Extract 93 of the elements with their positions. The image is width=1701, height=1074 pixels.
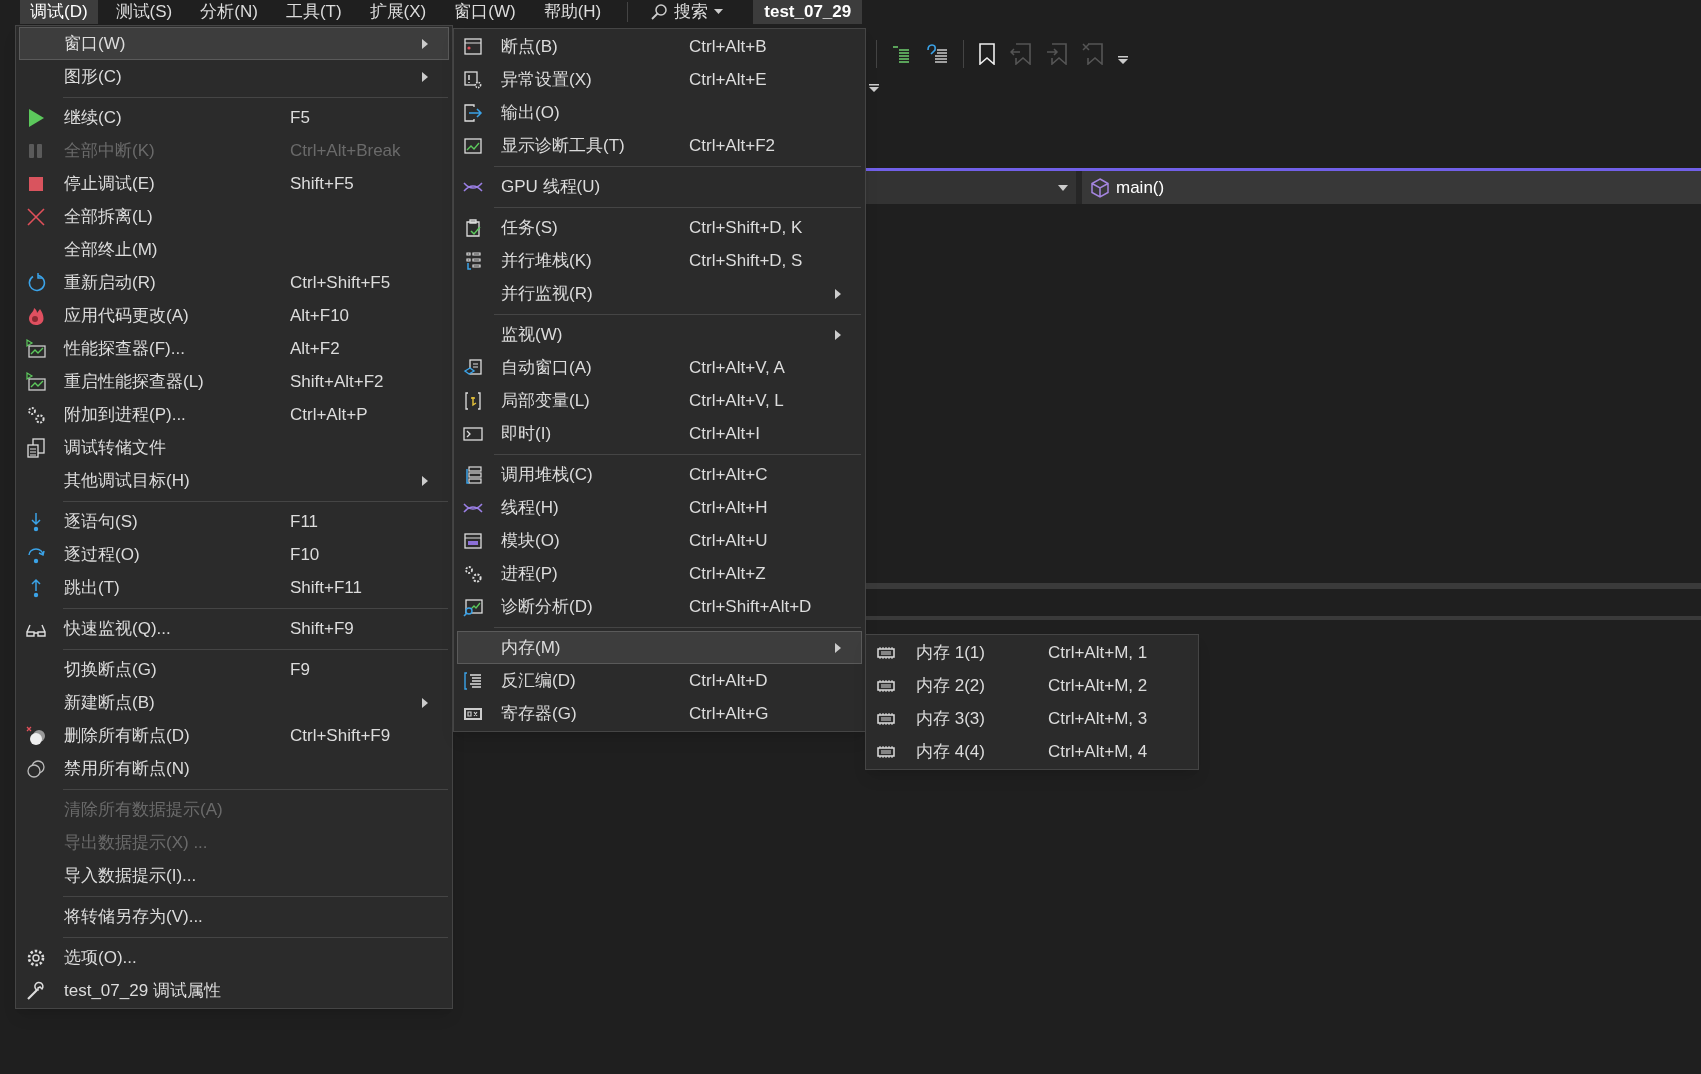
flame-icon xyxy=(26,305,46,326)
clipboard-check-icon xyxy=(463,217,483,238)
search-button[interactable]: 搜索 xyxy=(648,2,726,22)
restart-icon xyxy=(26,272,46,293)
menu-item[interactable]: 局部变量(L) Ctrl+Alt+V, L xyxy=(457,384,862,417)
menu-item[interactable]: 窗口(W) xyxy=(19,27,449,60)
menu-item[interactable]: GPU 线程(U) xyxy=(457,170,862,203)
chart-play-icon xyxy=(26,338,46,359)
menu-item[interactable]: 删除所有断点(D) Ctrl+Shift+F9 xyxy=(19,719,449,752)
member-dropdown[interactable]: main() xyxy=(1082,171,1701,204)
wrench-icon xyxy=(26,980,46,1001)
overflow-caret-icon[interactable] xyxy=(1118,56,1128,64)
module-window-icon xyxy=(463,530,483,551)
caret-icon xyxy=(1058,184,1068,191)
menu-item[interactable]: 重新启动(R) Ctrl+Shift+F5 xyxy=(19,266,449,299)
window-gear-icon xyxy=(463,69,483,90)
menu-item[interactable]: 重启性能探查器(L) Shift+Alt+F2 xyxy=(19,365,449,398)
bookmark-icon[interactable] xyxy=(978,43,996,65)
menu-item[interactable]: 任务(S) Ctrl+Shift+D, K xyxy=(457,211,862,244)
menu-bar-item[interactable]: 帮助(H) xyxy=(533,0,612,24)
menu-item[interactable]: 其他调试目标(H) xyxy=(19,464,449,497)
menu-item[interactable]: 并行堆栈(K) Ctrl+Shift+D, S xyxy=(457,244,862,277)
cube-icon xyxy=(1090,177,1110,198)
indent-lines-icon[interactable] xyxy=(891,44,911,64)
disassembly-icon xyxy=(463,670,483,691)
menu-item[interactable]: 自动窗口(A) Ctrl+Alt+V, A xyxy=(457,351,862,384)
settings-icon xyxy=(26,947,46,968)
menu-item[interactable]: 应用代码更改(A) Alt+F10 xyxy=(19,299,449,332)
menu-item[interactable]: test_07_29 调试属性 xyxy=(19,974,449,1007)
undo-lines-icon[interactable] xyxy=(925,44,949,64)
search-icon xyxy=(650,3,669,21)
menu-item[interactable]: 诊断分析(D) Ctrl+Shift+Alt+D xyxy=(457,590,862,623)
menu-item[interactable]: 全部拆离(L) xyxy=(19,200,449,233)
menu-bar-item[interactable]: 分析(N) xyxy=(190,0,268,24)
menu-item[interactable]: 内存 2(2) Ctrl+Alt+M, 2 xyxy=(869,669,1195,702)
braces-icon xyxy=(463,390,483,411)
menu-item[interactable]: 寄存器(G) Ctrl+Alt+G xyxy=(457,697,862,730)
menu-item[interactable]: 新建断点(B) xyxy=(19,686,449,719)
menu-item[interactable]: 显示诊断工具(T) Ctrl+Alt+F2 xyxy=(457,129,862,162)
gears-icon xyxy=(463,563,483,584)
menu-item[interactable]: 切换断点(G) F9 xyxy=(19,653,449,686)
document-cube-icon xyxy=(463,357,483,378)
menu-item[interactable]: 快速监视(Q)... Shift+F9 xyxy=(19,612,449,645)
menu-item[interactable]: 即时(I) Ctrl+Alt+I xyxy=(457,417,862,450)
menu-item[interactable]: 线程(H) Ctrl+Alt+H xyxy=(457,491,862,524)
documents-icon xyxy=(26,437,46,458)
menu-item[interactable]: 图形(C) xyxy=(19,60,449,93)
menu-item[interactable]: 模块(O) Ctrl+Alt+U xyxy=(457,524,862,557)
disabled-breakpoints-icon xyxy=(26,758,46,779)
menu-item[interactable]: 调用堆栈(C) Ctrl+Alt+C xyxy=(457,458,862,491)
menu-item[interactable]: 内存 3(3) Ctrl+Alt+M, 3 xyxy=(869,702,1195,735)
menu-item[interactable]: 进程(P) Ctrl+Alt+Z xyxy=(457,557,862,590)
menu-item[interactable]: 调试转储文件 xyxy=(19,431,449,464)
parallel-stacks-icon xyxy=(463,250,483,271)
chart-search-icon xyxy=(463,596,483,617)
menu-item[interactable]: 导入数据提示(I)... xyxy=(19,859,449,892)
menu-item[interactable]: 内存 4(4) Ctrl+Alt+M, 4 xyxy=(869,735,1195,768)
call-stack-icon xyxy=(463,464,483,485)
menu-item[interactable]: 停止调试(E) Shift+F5 xyxy=(19,167,449,200)
menu-bar-item[interactable]: 窗口(W) xyxy=(444,0,526,24)
menu-item[interactable]: 监视(W) xyxy=(457,318,862,351)
menu-item[interactable]: 跳出(T) Shift+F11 xyxy=(19,571,449,604)
menu-bar-item[interactable]: 扩展(X) xyxy=(359,0,437,24)
menu-item[interactable]: 将转储另存为(V)... xyxy=(19,900,449,933)
menu-item[interactable]: 全部终止(M) xyxy=(19,233,449,266)
overflow-caret-icon[interactable] xyxy=(869,84,879,92)
menu-item[interactable]: 并行监视(R) xyxy=(457,277,862,310)
breakpoint-window-icon xyxy=(463,36,483,57)
menu-item[interactable]: 内存 1(1) Ctrl+Alt+M, 1 xyxy=(869,636,1195,669)
menu-item[interactable]: 异常设置(X) Ctrl+Alt+E xyxy=(457,63,862,96)
menu-item[interactable]: 附加到进程(P)... Ctrl+Alt+P xyxy=(19,398,449,431)
menu-item[interactable]: 性能探查器(F)... Alt+F2 xyxy=(19,332,449,365)
chart-icon xyxy=(463,135,483,156)
menu-item[interactable]: 逐过程(O) F10 xyxy=(19,538,449,571)
play-icon xyxy=(26,107,46,128)
menu-item[interactable]: 反汇编(D) Ctrl+Alt+D xyxy=(457,664,862,697)
menu-item[interactable]: 断点(B) Ctrl+Alt+B xyxy=(457,30,862,63)
output-icon xyxy=(463,102,483,123)
menu-item[interactable]: 逐语句(S) F11 xyxy=(19,505,449,538)
menu-item[interactable]: 内存(M) xyxy=(457,631,862,664)
menu-item[interactable]: 继续(C) F5 xyxy=(19,101,449,134)
menu-item[interactable]: 禁用所有断点(N) xyxy=(19,752,449,785)
remove-breakpoints-icon xyxy=(26,725,46,746)
menu-bar-item[interactable]: 调试(D) xyxy=(20,0,98,24)
chart-play-icon xyxy=(26,371,46,392)
menu-bar-item[interactable]: 测试(S) xyxy=(105,0,183,24)
caret-icon xyxy=(714,9,724,15)
menu-item[interactable]: 选项(O)... xyxy=(19,941,449,974)
gears-icon xyxy=(26,404,46,425)
menu-bar-item[interactable]: 工具(T) xyxy=(275,0,352,24)
menu-item[interactable]: 输出(O) xyxy=(457,96,862,129)
cross-icon xyxy=(26,206,46,227)
project-tab[interactable]: test_07_29 xyxy=(753,0,863,24)
